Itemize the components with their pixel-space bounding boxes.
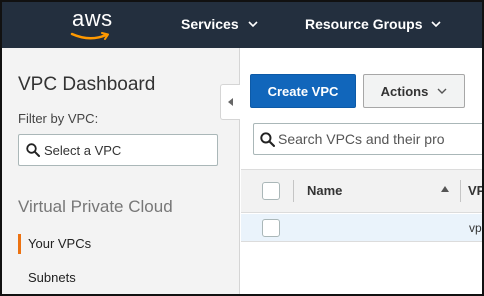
chevron-down-icon — [431, 21, 442, 28]
search-icon — [260, 131, 275, 147]
search-icon — [26, 143, 40, 157]
table-header: Name VP — [241, 169, 482, 213]
resource-groups-label: Resource Groups — [305, 16, 423, 32]
row-vpc-id: vp — [469, 221, 482, 235]
column-divider — [293, 180, 294, 202]
aws-logo[interactable]: aws — [64, 6, 130, 44]
app-window: aws Services Resource Groups VPC Dashboa… — [0, 0, 484, 296]
column-header-name[interactable]: Name — [307, 183, 342, 198]
sidebar-item-your-vpcs[interactable]: Your VPCs — [28, 236, 91, 251]
row-checkbox[interactable] — [262, 219, 280, 237]
services-menu[interactable]: Services — [181, 16, 258, 32]
table-row[interactable]: vp — [241, 214, 482, 242]
sort-up-icon[interactable] — [441, 186, 449, 192]
sidebar: VPC Dashboard Filter by VPC: Select a VP… — [2, 48, 240, 294]
chevron-left-icon — [227, 98, 233, 106]
chevron-down-icon — [437, 88, 447, 94]
filter-label: Filter by VPC: — [18, 111, 99, 126]
search-placeholder: Search VPCs and their pro — [278, 131, 445, 147]
vpc-filter-select[interactable]: Select a VPC — [18, 134, 218, 166]
aws-smile-icon — [70, 32, 109, 40]
resource-groups-menu[interactable]: Resource Groups — [305, 16, 442, 32]
services-label: Services — [181, 16, 239, 32]
sidebar-section-title: Virtual Private Cloud — [18, 197, 173, 216]
vpc-search-input[interactable]: Search VPCs and their pro — [253, 123, 482, 155]
actions-button[interactable]: Actions — [363, 74, 465, 108]
column-header-vpc[interactable]: VP — [468, 183, 482, 198]
sidebar-title[interactable]: VPC Dashboard — [18, 74, 155, 96]
actions-label: Actions — [380, 83, 429, 99]
create-vpc-button[interactable]: Create VPC — [250, 74, 356, 108]
vpc-filter-placeholder: Select a VPC — [44, 142, 122, 158]
select-all-checkbox[interactable] — [262, 182, 280, 200]
sidebar-item-subnets[interactable]: Subnets — [28, 270, 76, 285]
active-indicator — [18, 234, 21, 254]
top-nav-bar: aws Services Resource Groups — [2, 2, 482, 48]
chevron-down-icon — [248, 21, 258, 28]
logo-text: aws — [72, 6, 113, 31]
column-divider — [460, 180, 461, 202]
main-content: Create VPC Actions Search VPCs and their… — [241, 48, 482, 294]
sidebar-collapse-button[interactable] — [220, 84, 240, 120]
